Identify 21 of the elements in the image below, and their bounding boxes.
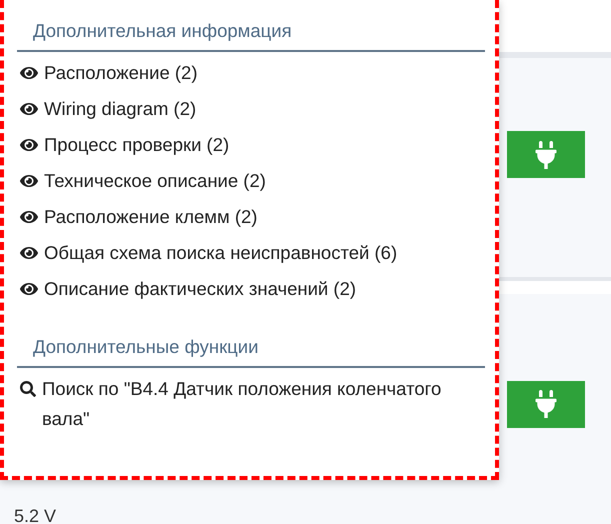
eye-icon — [20, 172, 38, 190]
plug-button[interactable] — [507, 380, 585, 428]
menu-link[interactable]: Процесс проверки (2) — [20, 130, 485, 160]
plug-button[interactable] — [507, 131, 585, 178]
menu-link[interactable]: Расположение (2) — [20, 58, 485, 88]
menu-link[interactable]: Расположение клемм (2) — [20, 202, 485, 232]
search-link[interactable]: Поиск по "B4.4 Датчик положения коленчатого вала" — [20, 374, 485, 434]
eye-icon — [20, 280, 38, 298]
eye-icon — [20, 100, 38, 118]
eye-icon — [20, 64, 38, 82]
menu-link[interactable]: Техническое описание (2) — [20, 166, 485, 196]
eye-icon — [20, 208, 38, 226]
section-title: Дополнительная информация — [17, 8, 485, 52]
search-icon — [20, 381, 36, 397]
eye-icon — [20, 244, 38, 262]
section-title: Дополнительные функции — [17, 324, 485, 368]
menu-link[interactable]: Общая схема поиска неисправностей (6) — [20, 238, 485, 268]
menu-link[interactable]: Описание фактических значений (2) — [20, 274, 485, 304]
eye-icon — [20, 136, 38, 154]
voltage-reading: 5.2 V — [14, 506, 56, 524]
menu-link[interactable]: Wiring diagram (2) — [20, 94, 485, 124]
